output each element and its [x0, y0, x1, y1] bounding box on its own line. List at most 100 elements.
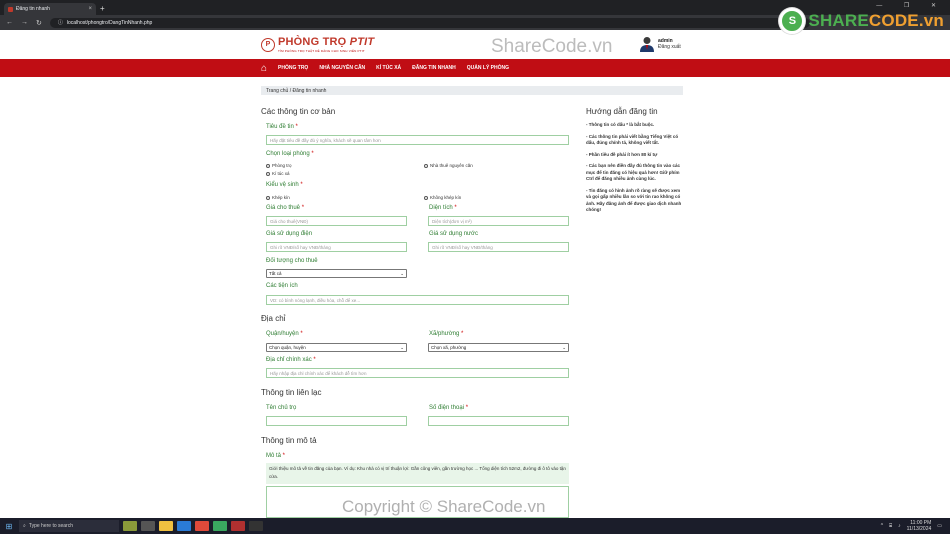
home-icon[interactable]: ⌂	[261, 63, 267, 74]
favicon-icon	[8, 6, 13, 12]
section-address-title: Địa chỉ	[261, 314, 286, 323]
new-tab-button[interactable]: +	[100, 4, 105, 13]
title-input[interactable]: Hãy đặt tiêu đề đầy đủ ý nghĩa, khách sẽ…	[266, 135, 569, 145]
app-icon[interactable]	[213, 521, 227, 531]
taskbar-widget-icon[interactable]	[123, 521, 137, 531]
tray-arrow-icon[interactable]: ^	[881, 523, 883, 529]
vscode-icon[interactable]	[177, 521, 191, 531]
guide-item: - Thông tin có dấu * là bắt buộc.	[586, 122, 655, 127]
wc-label: Kiểu vệ sinh *	[266, 182, 303, 188]
radio-circle-icon[interactable]	[266, 163, 270, 168]
desc-hint: Giới thiệu mô tả về tin đăng của bạn. Ví…	[266, 463, 569, 484]
clock[interactable]: 11:00 PM 11/13/2024	[907, 520, 932, 532]
system-tray: ^ ⌸ ♪ 11:00 PM 11/13/2024 ▭	[881, 520, 950, 532]
address-label: Địa chỉ chính xác *	[266, 357, 316, 363]
sharecode-circle-icon: S	[779, 8, 806, 34]
sharecode-brand-text: SHARECODE.vn	[808, 11, 944, 30]
file-explorer-icon[interactable]	[159, 521, 173, 531]
radio-circle-icon[interactable]	[424, 163, 428, 168]
browser-tab[interactable]: Đăng tin nhanh ×	[4, 3, 96, 15]
radio-phong-tro[interactable]: Phòng trọ	[266, 163, 292, 168]
phone-input[interactable]	[428, 416, 569, 426]
radio-circle-icon[interactable]	[424, 195, 428, 200]
chevron-down-icon: ⌄	[400, 270, 404, 276]
radio-ki-tuc-xa[interactable]: Kí túc xá	[266, 171, 290, 176]
utilities-label: Các tiện ích	[266, 283, 298, 289]
chrome-icon[interactable]	[195, 521, 209, 531]
owner-label: Tên chủ trọ	[266, 405, 297, 411]
radio-khong-khep-kin[interactable]: Không khép kín	[424, 195, 461, 200]
price-input[interactable]: Giá cho thuê(VNĐ)	[266, 216, 407, 226]
room-type-label: Chọn loại phòng *	[266, 151, 314, 157]
water-input[interactable]: Ghi rõ VNĐ/số hay VNĐ/tháng	[428, 242, 569, 252]
nav-quan-ly-phong[interactable]: QUẢN LÝ PHÒNG	[467, 65, 509, 71]
taskbar-search[interactable]: ⌕ Type here to search	[19, 520, 119, 532]
guide-item: - Các bạn nên điền đầy đủ thông tin vào …	[586, 163, 681, 181]
back-icon[interactable]: ←	[6, 19, 13, 26]
user-menu[interactable]: admin Đăng xuất	[640, 36, 681, 52]
area-label: Diện tích *	[429, 205, 457, 211]
windows-taskbar: ⊞ ⌕ Type here to search ^ ⌸ ♪ 11:00 PM 1…	[0, 518, 950, 534]
price-label: Giá cho thuê *	[266, 205, 305, 211]
network-icon[interactable]: ⌸	[889, 523, 892, 529]
windows-start-icon[interactable]: ⊞	[2, 522, 16, 531]
guide-item: - Tin đăng có hình ảnh rõ ràng sẽ được x…	[586, 187, 682, 213]
logout-link[interactable]: Đăng xuất	[658, 44, 681, 50]
url-text: localhost/phongtro/DangTinNhanh.php	[66, 19, 153, 26]
nav-dang-tin-nhanh[interactable]: ĐĂNG TIN NHANH	[412, 65, 456, 71]
breadcrumb: Trang chủ / Đăng tin nhanh	[261, 86, 683, 95]
electric-label: Giá sử dụng điện	[266, 231, 313, 237]
nav-phong-tro[interactable]: PHÒNG TRỌ	[278, 65, 308, 71]
radio-khep-kin[interactable]: Khép kín	[266, 195, 290, 200]
nav-ki-tuc-xa[interactable]: KÍ TÚC XÁ	[376, 65, 401, 71]
area-input[interactable]: Diện tích(đơn vị m²)	[428, 216, 569, 226]
utilities-input[interactable]: VD: có bình nóng lạnh, điều hòa, chỗ để …	[266, 295, 569, 305]
district-label: Quận/huyện *	[266, 331, 303, 337]
radio-nha-nguyen-can[interactable]: Nhà thuê nguyên căn	[424, 163, 473, 168]
user-avatar-icon	[640, 37, 654, 52]
tab-close-icon[interactable]: ×	[88, 6, 92, 12]
radio-circle-icon[interactable]	[266, 195, 270, 200]
section-basic-title: Các thông tin cơ bản	[261, 107, 336, 116]
district-select[interactable]: Chọn quận, huyện ⌄	[266, 343, 407, 352]
chevron-down-icon: ⌄	[400, 344, 404, 350]
notification-icon[interactable]: ▭	[937, 523, 942, 529]
title-label: Tiêu đề tin *	[266, 124, 298, 130]
volume-icon[interactable]: ♪	[898, 523, 901, 529]
guide-sidebar: Hướng dẫn đăng tin - Thông tin có dấu * …	[586, 107, 686, 219]
guide-item: - Phần tiêu đề phải ít hơn 80 kí tự	[586, 151, 658, 157]
reload-icon[interactable]: ↻	[36, 19, 42, 27]
guide-title: Hướng dẫn đăng tin	[586, 107, 658, 116]
main-navbar: ⌂ PHÒNG TRỌ NHÀ NGUYÊN CĂN KÍ TÚC XÁ ĐĂN…	[0, 59, 950, 77]
forward-icon[interactable]: →	[21, 19, 28, 26]
chevron-down-icon: ⌄	[562, 344, 566, 350]
section-description-title: Thông tin mô tả	[261, 436, 317, 445]
section-contact-title: Thông tin liên lạc	[261, 388, 322, 397]
owner-input[interactable]	[266, 416, 407, 426]
terminal-icon[interactable]	[249, 521, 263, 531]
ward-select[interactable]: Chọn xã, phường ⌄	[428, 343, 569, 352]
search-icon: ⌕	[23, 523, 26, 529]
address-input[interactable]: Hãy nhập địa chỉ chính xác để khách dễ t…	[266, 368, 569, 378]
sharecode-brand-logo: S SHARECODE.vn	[779, 8, 944, 34]
guide-item: - Các thông tin phải viết bằng Tiếng Việ…	[586, 133, 679, 146]
ward-label: Xã/phường *	[429, 331, 464, 337]
tab-title: Đăng tin nhanh	[16, 6, 50, 12]
logo-mark-icon: P	[261, 37, 275, 52]
electric-input[interactable]: Ghi rõ VNĐ/số hay VNĐ/tháng	[266, 242, 407, 252]
task-view-icon[interactable]	[141, 521, 155, 531]
desc-label: Mô tả *	[266, 453, 286, 459]
water-label: Giá sử dụng nước	[429, 231, 478, 237]
phone-label: Số điện thoại *	[429, 405, 469, 411]
site-logo[interactable]: P PHÒNG TRỌ PTIT TÌM PHÒNG TRỌ THẬT DỄ D…	[261, 36, 374, 53]
radio-circle-icon[interactable]	[266, 171, 270, 176]
logo-subtitle: TÌM PHÒNG TRỌ THẬT DỄ DÀNG CHO SINH VIÊN…	[278, 49, 365, 53]
target-label: Đối tượng cho thuê	[266, 258, 318, 264]
site-info-icon[interactable]: ⓘ	[58, 19, 63, 26]
watermark-bottom: Copyright © ShareCode.vn	[342, 497, 546, 516]
url-input[interactable]: ⓘ localhost/phongtro/DangTinNhanh.php	[49, 17, 810, 28]
nav-nha-nguyen-can[interactable]: NHÀ NGUYÊN CĂN	[319, 65, 365, 71]
target-select[interactable]: Tất cả ⌄	[266, 269, 407, 278]
app-icon[interactable]	[231, 521, 245, 531]
logo-title: PHÒNG TRỌ PTIT	[278, 36, 375, 48]
